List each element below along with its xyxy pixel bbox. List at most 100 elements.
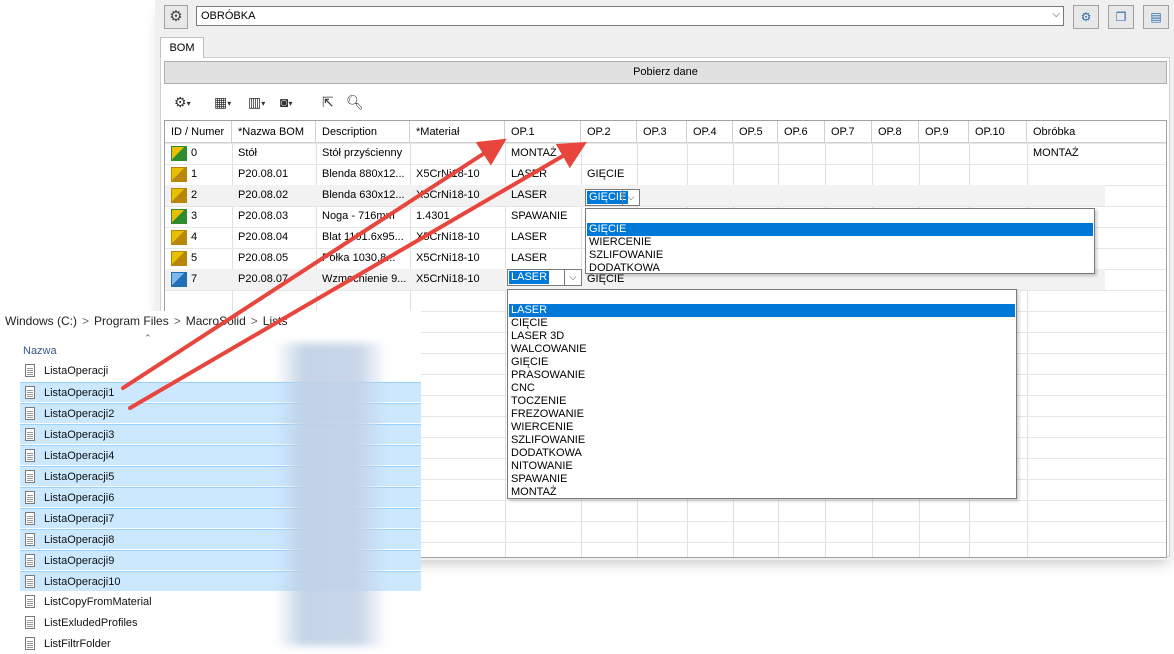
dropdown-option[interactable]: WIERCENIE <box>587 236 1093 249</box>
dropdown-option[interactable]: FREZOWANIE <box>509 408 1015 421</box>
column-header[interactable]: OP.6 <box>778 121 825 143</box>
dropdown-option[interactable]: SZLIFOWANIE <box>509 434 1015 447</box>
column-header-name[interactable]: Nazwa <box>23 345 57 357</box>
cell-obrobka[interactable] <box>1027 185 1166 206</box>
cell-name[interactable]: P20.08.01 <box>232 164 316 185</box>
dropdown-option[interactable] <box>509 291 1015 304</box>
settings-button[interactable]: ⚙ <box>164 5 188 29</box>
column-header[interactable]: OP.1 <box>505 121 581 143</box>
cell-id[interactable]: 7 <box>165 269 232 290</box>
windows-button[interactable]: ❐ <box>1108 5 1134 29</box>
cell-desc[interactable]: Półka 1030,8... <box>316 248 410 269</box>
dropdown-option[interactable]: DODATKOWA <box>587 262 1093 275</box>
op2-combo[interactable]: GIĘCIE ⌵ <box>585 189 640 206</box>
cell-id[interactable]: 3 <box>165 206 232 227</box>
column-header[interactable]: *Materiał <box>410 121 505 143</box>
breadcrumb-item[interactable]: Lists <box>263 314 288 328</box>
cell-mat[interactable]: 1.4301 <box>410 206 505 227</box>
dropdown-option[interactable]: WALCOWANIE <box>509 343 1015 356</box>
cell-obrobka[interactable]: MONTAŻ <box>1027 143 1166 164</box>
cell-desc[interactable]: Stół przyścienny <box>316 143 410 164</box>
fetch-data-button[interactable]: Pobierz dane <box>164 61 1167 84</box>
op1-combo-value: LASER <box>509 271 550 284</box>
dropdown-option[interactable] <box>587 210 1093 223</box>
cell-name[interactable]: P20.08.02 <box>232 185 316 206</box>
export-button[interactable]: ⇱ <box>322 94 334 111</box>
dropdown-option[interactable]: TOCZENIE <box>509 395 1015 408</box>
column-header[interactable]: ID / Numer <box>165 121 232 143</box>
dropdown-option[interactable]: GIĘCIE <box>587 223 1093 236</box>
dropdown-option[interactable]: SZLIFOWANIE <box>587 249 1093 262</box>
cell-mat[interactable]: X5CrNi18-10 <box>410 248 505 269</box>
cell-obrobka[interactable] <box>1027 164 1166 185</box>
column-header[interactable]: Obróbka <box>1027 121 1166 143</box>
cell-op1[interactable]: LASER <box>505 248 581 269</box>
cell-op1[interactable]: MONTAŻ <box>505 143 581 164</box>
cell-id[interactable]: 4 <box>165 227 232 248</box>
column-header[interactable]: OP.7 <box>825 121 872 143</box>
dropdown-option[interactable]: PRASOWANIE <box>509 369 1015 382</box>
cell-id[interactable]: 2 <box>165 185 232 206</box>
settings-dropdown-button[interactable]: ⚙▾ <box>174 94 191 111</box>
cell-id[interactable]: 0 <box>165 143 232 164</box>
dropdown-option[interactable]: SPAWANIE <box>509 473 1015 486</box>
window-export-button[interactable]: ▤ <box>1143 5 1169 29</box>
dropdown-option[interactable]: LASER <box>509 304 1015 317</box>
column-header[interactable]: *Nazwa BOM <box>232 121 316 143</box>
op1-combo[interactable]: LASER ⌵ <box>507 269 582 286</box>
dropdown-option[interactable]: GIĘCIE <box>509 356 1015 369</box>
columns-dropdown-button[interactable]: ▦▾ <box>214 94 231 111</box>
dropdown-option[interactable]: CNC <box>509 382 1015 395</box>
cell-mat[interactable]: X5CrNi18-10 <box>410 185 505 206</box>
tab-bom[interactable]: BOM <box>160 37 204 58</box>
cell-desc[interactable]: Noga - 716mm <box>316 206 410 227</box>
cell-desc[interactable]: Wzmocnienie 9... <box>316 269 410 290</box>
cell-desc[interactable]: Blenda 880x12... <box>316 164 410 185</box>
column-header[interactable]: Description <box>316 121 410 143</box>
column-header[interactable]: OP.3 <box>637 121 687 143</box>
column-header[interactable]: OP.9 <box>919 121 969 143</box>
cell-op1[interactable]: SPAWANIE <box>505 206 581 227</box>
cell-mat[interactable]: X5CrNi18-10 <box>410 269 505 290</box>
cell-name[interactable]: P20.08.05 <box>232 248 316 269</box>
breadcrumb-item[interactable]: Windows (C:) <box>5 314 77 328</box>
breadcrumb-item[interactable]: MacroSolid <box>186 314 246 328</box>
gear-refresh-button[interactable]: ⚙ <box>1073 5 1099 29</box>
dropdown-option[interactable]: NITOWANIE <box>509 460 1015 473</box>
profile-combo[interactable]: OBRÓBKA ⌵ <box>196 6 1064 26</box>
dropdown-option[interactable]: MONTAŻ <box>509 486 1015 499</box>
op1-options-list[interactable]: LASER CIĘCIE LASER 3D WALCOWANIE GIĘCIE PRASO… <box>507 289 1017 499</box>
column-header[interactable]: OP.8 <box>872 121 919 143</box>
column-header[interactable]: OP.5 <box>733 121 778 143</box>
cell-op2[interactable] <box>581 143 637 164</box>
cell-name[interactable]: P20.08.07 <box>232 269 316 290</box>
cell-op2[interactable]: GIĘCIE <box>581 164 637 185</box>
dropdown-option[interactable]: DODATKOWA <box>509 447 1015 460</box>
cell-desc[interactable]: Blenda 630x12... <box>316 185 410 206</box>
cell-name[interactable]: Stół <box>232 143 316 164</box>
dropdown-option[interactable]: WIERCENIE <box>509 421 1015 434</box>
column-header[interactable]: OP.10 <box>969 121 1027 143</box>
cell-name[interactable]: P20.08.04 <box>232 227 316 248</box>
cell-mat[interactable]: X5CrNi18-10 <box>410 164 505 185</box>
cell-op1[interactable]: LASER <box>505 227 581 248</box>
file-name: ListFiltrFolder <box>44 638 111 650</box>
tree-dropdown-button[interactable]: ▥▾ <box>248 94 265 111</box>
cell-op1[interactable]: LASER <box>505 185 581 206</box>
cell-mat[interactable] <box>410 143 505 164</box>
file-name: ListaOperacji4 <box>44 450 115 462</box>
cell-mat[interactable]: X5CrNi18-10 <box>410 227 505 248</box>
op2-options-list[interactable]: GIĘCIE WIERCENIE SZLIFOWANIE DODATKOWA <box>585 208 1095 274</box>
breadcrumb-item[interactable]: Program Files <box>94 314 169 328</box>
dropdown-option[interactable]: LASER 3D <box>509 330 1015 343</box>
cell-desc[interactable]: Blat 1101.6x95... <box>316 227 410 248</box>
zoom-button[interactable]: 🔍︎ <box>346 94 364 111</box>
cell-id[interactable]: 5 <box>165 248 232 269</box>
camera-dropdown-button[interactable]: ◙▾ <box>280 94 292 110</box>
dropdown-option[interactable]: CIĘCIE <box>509 317 1015 330</box>
cell-op1[interactable]: LASER <box>505 164 581 185</box>
cell-name[interactable]: P20.08.03 <box>232 206 316 227</box>
column-header[interactable]: OP.4 <box>687 121 733 143</box>
cell-id[interactable]: 1 <box>165 164 232 185</box>
column-header[interactable]: OP.2 <box>581 121 637 143</box>
